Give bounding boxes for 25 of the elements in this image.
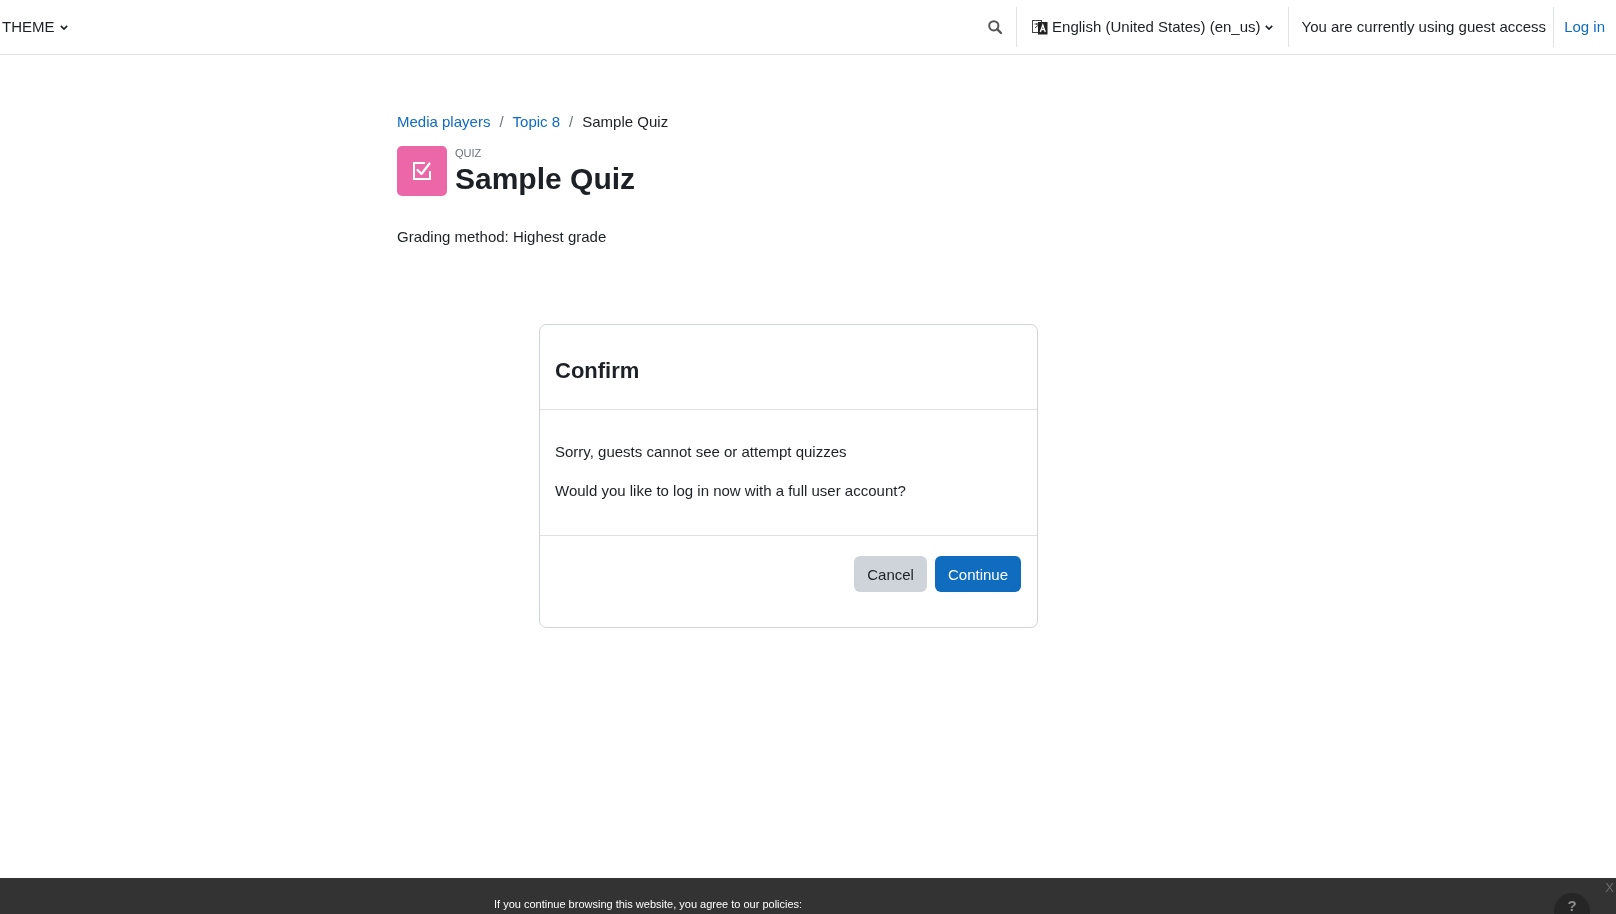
secondary-button[interactable]: Cancel bbox=[854, 556, 927, 592]
search-icon bbox=[988, 20, 1003, 34]
language-menu[interactable]: English (United States) (en_us) bbox=[1032, 17, 1273, 37]
login-link[interactable]: Log in bbox=[1564, 17, 1605, 37]
search-button[interactable] bbox=[988, 20, 1003, 34]
activity-type-label: QUIZ bbox=[455, 147, 482, 160]
dialog-message: Sorry, guests cannot see or attempt quizzes bbox=[555, 442, 847, 462]
page-title: Sample Quiz bbox=[455, 162, 636, 195]
help-button[interactable]: ? bbox=[1554, 893, 1590, 914]
chevron-down-icon bbox=[1264, 24, 1273, 30]
breadcrumb-link[interactable]: Media players bbox=[397, 111, 491, 133]
grading-method-text: Grading method: Highest grade bbox=[397, 227, 607, 247]
chevron-down-icon bbox=[59, 24, 68, 30]
theme-menu[interactable]: THEME bbox=[2, 17, 68, 37]
breadcrumb-separator: / bbox=[569, 112, 574, 132]
dialog-title: Confirm bbox=[555, 358, 640, 383]
primary-button[interactable]: Continue bbox=[934, 556, 1021, 592]
breadcrumb-current: Sample Quiz bbox=[582, 112, 669, 132]
dialog-message: Would you like to log in now with a full user account? bbox=[555, 481, 906, 501]
translate-icon bbox=[1032, 19, 1049, 35]
policy-notice-text: If you continue browsing this website, you agree to our policies: bbox=[494, 898, 803, 911]
checked-box-icon bbox=[397, 146, 447, 196]
breadcrumb-separator: / bbox=[499, 112, 504, 132]
breadcrumb-link[interactable]: Topic 8 bbox=[512, 111, 561, 133]
guest-access-notice: You are currently using guest access bbox=[1301, 17, 1547, 37]
